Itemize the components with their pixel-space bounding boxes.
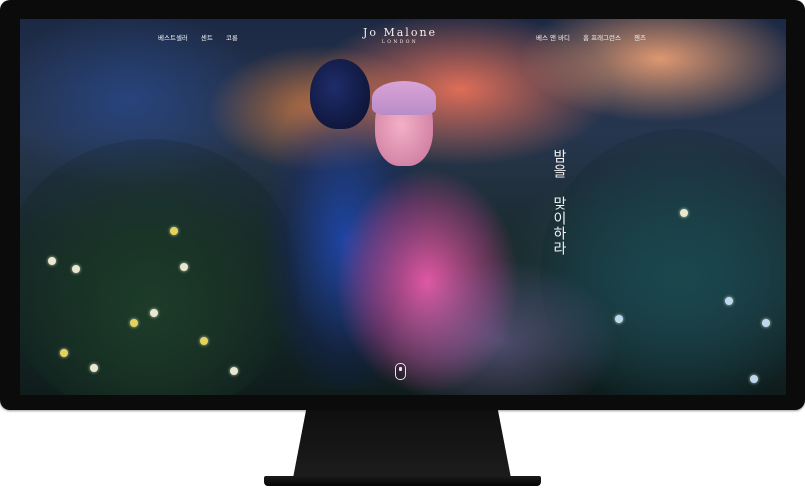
nav-left-group: 베스트셀러 센트 코롱: [158, 32, 238, 42]
hero-headline: 밤을 맞이하라: [551, 149, 567, 256]
top-navigation: 베스트셀러 센트 코롱 Jo Malone LONDON 베스 앤 바디 홈 프…: [20, 19, 786, 55]
flower: [680, 209, 688, 217]
website-screen: 베스트셀러 센트 코롱 Jo Malone LONDON 베스 앤 바디 홈 프…: [20, 19, 786, 395]
logo-wordmark: Jo Malone: [362, 26, 438, 39]
flower: [60, 349, 68, 357]
monitor-stand-base: [264, 476, 541, 486]
flower: [762, 319, 770, 327]
flower: [230, 367, 238, 375]
nav-item-cologne[interactable]: 코롱: [226, 32, 238, 42]
model-man-head: [310, 59, 370, 129]
mouse-scroll-icon[interactable]: [395, 363, 406, 380]
flower: [725, 297, 733, 305]
flower: [750, 375, 758, 383]
brand-logo[interactable]: Jo Malone LONDON: [350, 26, 450, 45]
flower: [170, 227, 178, 235]
scroll-wheel-dot: [399, 367, 402, 371]
nav-item-bath-body[interactable]: 베스 앤 바디: [536, 32, 570, 42]
flower: [130, 319, 138, 327]
mist-overlay: [380, 259, 620, 395]
nav-item-scent[interactable]: 센트: [201, 32, 213, 42]
flower: [48, 257, 56, 265]
flower: [72, 265, 80, 273]
nav-item-home-fragrance[interactable]: 홈 프래그런스: [583, 32, 621, 42]
nav-item-bestseller[interactable]: 베스트셀러: [158, 32, 188, 42]
flower: [200, 337, 208, 345]
nav-item-gents[interactable]: 젠즈: [634, 32, 646, 42]
monitor-stand-neck: [293, 410, 511, 478]
model-woman-hair: [372, 81, 436, 115]
nav-right-group: 베스 앤 바디 홈 프래그런스 젠즈: [536, 32, 646, 42]
flower: [90, 364, 98, 372]
logo-subtitle: LONDON: [381, 40, 419, 45]
flower: [150, 309, 158, 317]
flower: [180, 263, 188, 271]
monitor-frame: 베스트셀러 센트 코롱 Jo Malone LONDON 베스 앤 바디 홈 프…: [0, 0, 805, 410]
